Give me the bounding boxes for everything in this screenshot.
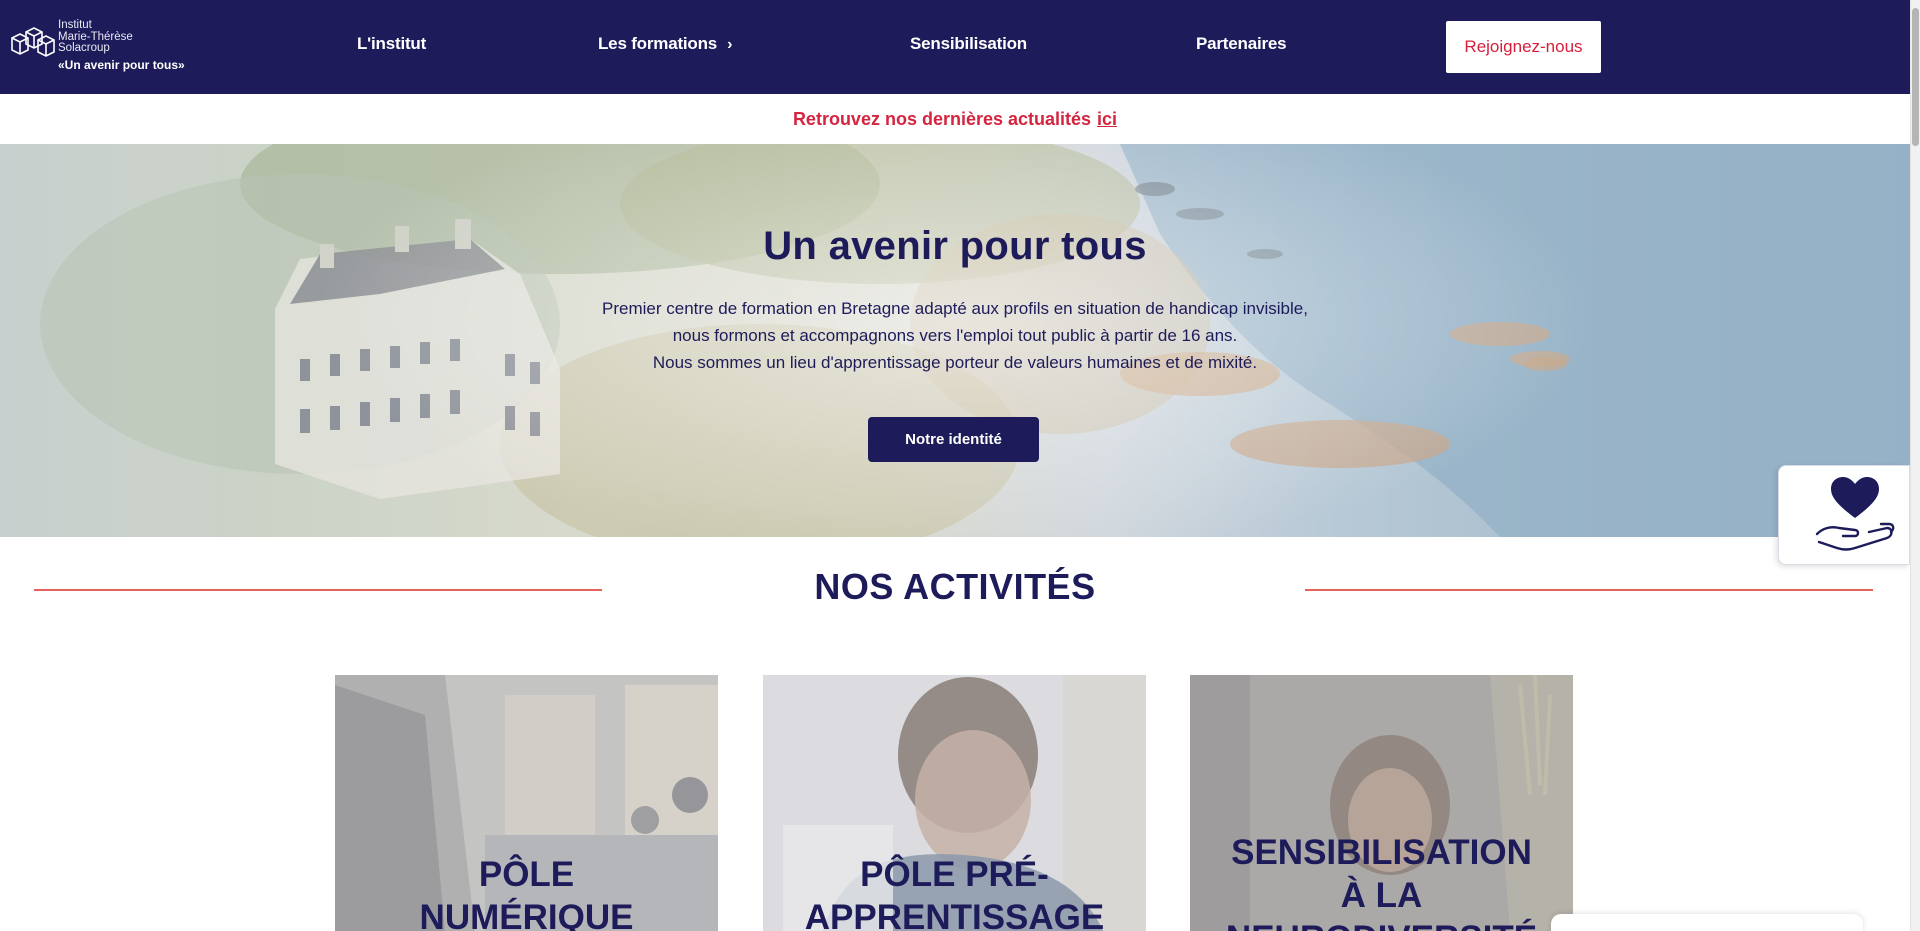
activity-card-title: PÔLE PRÉ- APPRENTISSAGE xyxy=(763,853,1146,931)
side-donation-widget[interactable] xyxy=(1778,465,1910,565)
logo-name: Institut Marie-Thérèse Solacroup xyxy=(58,19,133,55)
activity-card-title-line-2: NUMÉRIQUE xyxy=(419,898,634,931)
nav-link-formations[interactable]: Les formations › xyxy=(598,34,732,54)
news-link[interactable]: ici xyxy=(1097,109,1117,130)
nav-link-label: Les formations xyxy=(598,34,718,53)
hero-section: Un avenir pour tous Premier centre de fo… xyxy=(0,144,1910,537)
scrollbar-thumb[interactable] xyxy=(1912,8,1919,146)
page-scrollbar[interactable] xyxy=(1910,0,1920,931)
nav-link-partenaires[interactable]: Partenaires xyxy=(1196,34,1287,54)
logo-cubes-icon xyxy=(11,27,55,57)
hero-description-line-2: nous formons et accompagnons vers l'empl… xyxy=(672,326,1238,345)
activity-card-title-line-1: PÔLE xyxy=(478,855,575,894)
activity-card-title-line-1: PÔLE PRÉ- xyxy=(860,855,1049,894)
news-banner: Retrouvez nos dernières actualités ici xyxy=(0,94,1910,144)
hero-title: Un avenir pour tous xyxy=(763,224,1147,268)
heart-hand-icon xyxy=(1815,477,1895,551)
our-identity-button[interactable]: Notre identité xyxy=(868,417,1039,462)
top-navbar: Institut Marie-Thérèse Solacroup «Un ave… xyxy=(0,0,1910,94)
logo[interactable]: Institut Marie-Thérèse Solacroup «Un ave… xyxy=(10,19,190,76)
activity-card-title-line-2: APPRENTISSAGE xyxy=(804,898,1105,931)
activity-card-title-line-1: SENSIBILISATION xyxy=(1231,833,1532,872)
nav-link-sensibilisation[interactable]: Sensibilisation xyxy=(910,34,1027,54)
logo-tagline: «Un avenir pour tous» xyxy=(58,58,185,72)
activity-card-numerique[interactable]: PÔLE NUMÉRIQUE xyxy=(335,675,718,931)
nav-link-label: Sensibilisation xyxy=(910,34,1027,53)
activity-card-title-line-3: NEURODIVERSITÉ xyxy=(1190,917,1573,931)
news-banner-text: Retrouvez nos dernières actualités xyxy=(792,108,1092,129)
activity-card-sensibilisation[interactable]: SENSIBILISATION À LA NEURODIVERSITÉ xyxy=(1190,675,1573,931)
hero-description-line-3: Nous sommes un lieu d'apprentissage port… xyxy=(652,353,1258,372)
activity-card-title: SENSIBILISATION À LA NEURODIVERSITÉ xyxy=(1190,831,1573,931)
activity-card-title: PÔLE NUMÉRIQUE xyxy=(335,853,718,931)
nav-link-institut[interactable]: L'institut xyxy=(357,34,426,54)
nav-link-label: L'institut xyxy=(357,34,427,53)
hero-description-line-1: Premier centre de formation en Bretagne … xyxy=(602,299,1308,318)
activity-card-pre-apprentissage[interactable]: PÔLE PRÉ- APPRENTISSAGE xyxy=(763,675,1146,931)
nav-link-label: Partenaires xyxy=(1196,34,1287,53)
activities-section-title: NOS ACTIVITÉS xyxy=(814,566,1096,607)
logo-line-1: Institut xyxy=(58,19,92,31)
activity-card-title-line-2: À LA xyxy=(1340,876,1423,915)
logo-line-3: Solacroup xyxy=(58,42,110,54)
chat-popup[interactable] xyxy=(1551,914,1863,931)
chevron-right-icon: › xyxy=(727,36,733,53)
join-us-button[interactable]: Rejoignez-nous xyxy=(1446,21,1601,73)
